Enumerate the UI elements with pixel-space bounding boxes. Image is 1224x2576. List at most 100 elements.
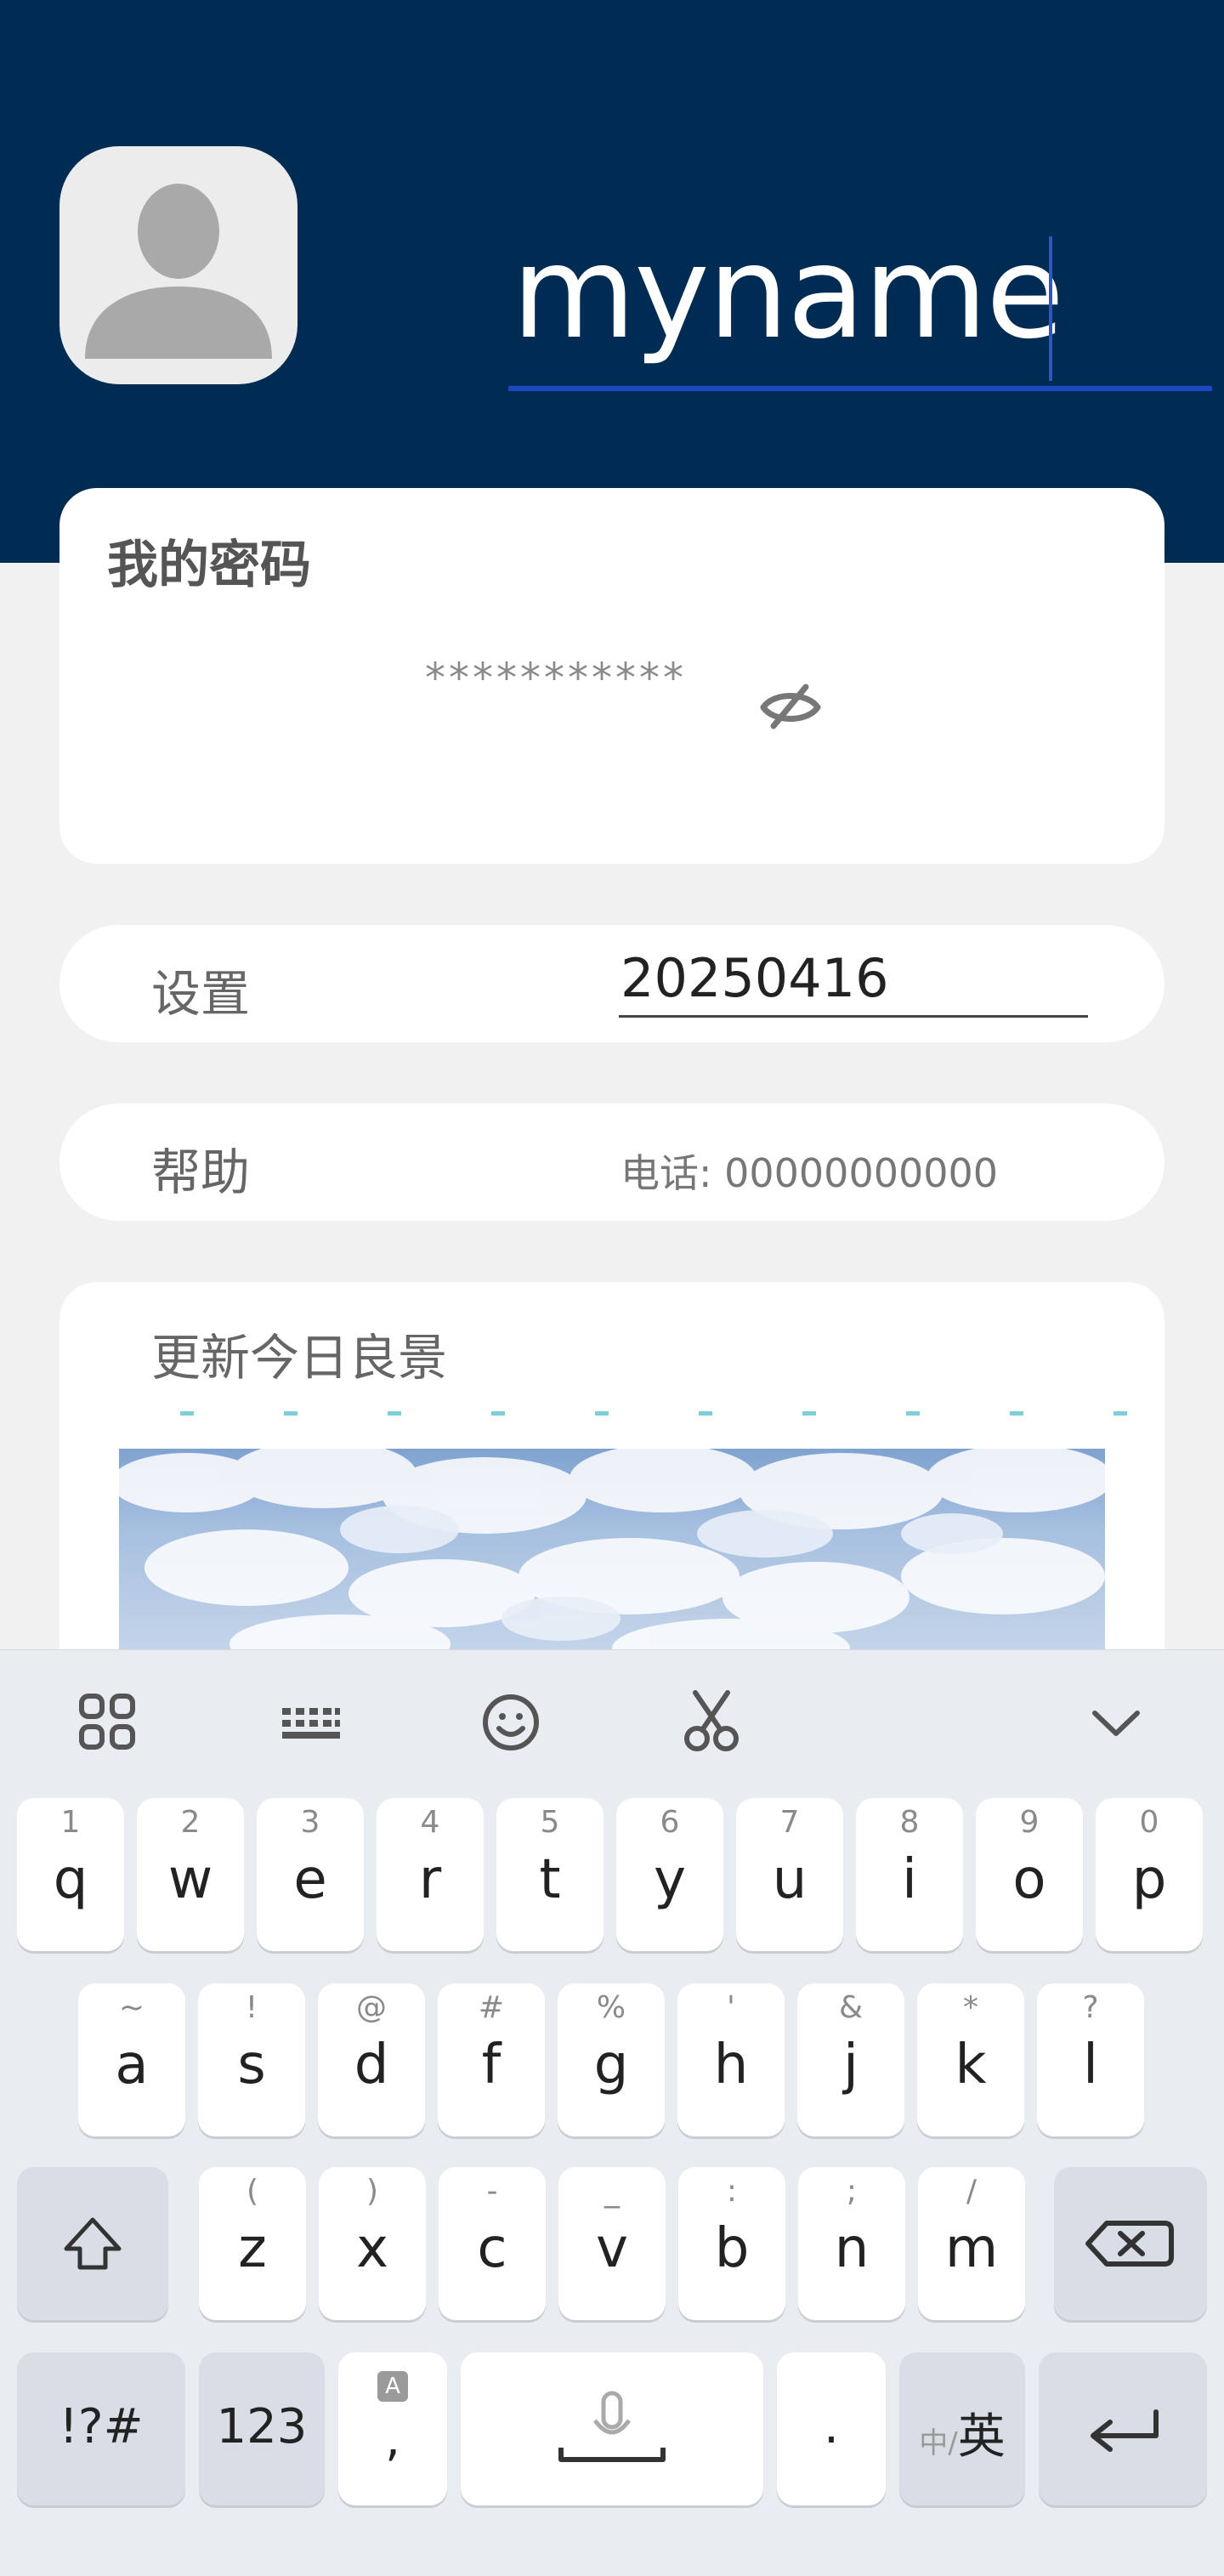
key-hint: 1 xyxy=(60,1805,81,1840)
numbers-key[interactable]: 123 xyxy=(199,2352,325,2505)
key-u[interactable]: 7u xyxy=(736,1798,843,1951)
key-label: z xyxy=(238,2217,267,2280)
key-hint: 9 xyxy=(1019,1805,1040,1840)
key-z[interactable]: (z xyxy=(199,2167,306,2320)
avatar[interactable] xyxy=(60,146,298,384)
shift-key[interactable] xyxy=(17,2167,168,2320)
key-a[interactable]: ~ a xyxy=(78,1983,185,2136)
key-hint: / xyxy=(966,2174,978,2209)
microphone-icon xyxy=(558,2391,666,2462)
key-label: o xyxy=(1012,1848,1046,1911)
key-y[interactable]: 6y xyxy=(616,1798,723,1951)
key-p[interactable]: 0p xyxy=(1096,1798,1203,1951)
key-f[interactable]: # f xyxy=(438,1983,545,2136)
soft-keyboard: 1 q 2 w 3 e 4 r 5 t 6 y 7 u 8 i 9 o 0 p ~ a! s @ d # f% g ' h & j * k? l(z… xyxy=(0,1649,1224,2576)
password-card: 我的密码 *********** xyxy=(60,488,1164,864)
key-r[interactable]: 4r xyxy=(377,1798,484,1951)
key-label: r xyxy=(418,1848,442,1911)
user-silhouette-icon xyxy=(85,184,272,359)
key-d[interactable]: @ d xyxy=(318,1983,425,2136)
key-k[interactable]: * k xyxy=(917,1983,1024,2136)
key-j[interactable]: & j xyxy=(797,1983,904,2136)
key-label: e xyxy=(293,1848,327,1911)
key-label: j xyxy=(843,2034,858,2097)
key-label: l xyxy=(1083,2034,1098,2097)
key-l[interactable]: ? l xyxy=(1037,1983,1144,2136)
settings-row: 设置 20250416 xyxy=(60,925,1164,1042)
text-caret xyxy=(1049,236,1052,381)
key-hint: ' xyxy=(727,1990,735,2025)
key-hint: ; xyxy=(846,2174,858,2209)
key-hint: - xyxy=(486,2174,498,2209)
key-i[interactable]: 8i xyxy=(856,1798,963,1951)
help-row[interactable]: 帮助 电话: 00000000000 xyxy=(60,1104,1164,1221)
key-g[interactable]: % g xyxy=(558,1983,665,2136)
key-w[interactable]: 2w xyxy=(137,1798,244,1951)
key-label: b xyxy=(714,2217,750,2280)
language-switch-key[interactable]: 中/英 xyxy=(899,2352,1025,2505)
key-hint: 6 xyxy=(660,1805,680,1840)
key-label: , xyxy=(385,2412,400,2467)
space-key[interactable] xyxy=(461,2352,763,2505)
toggle-password-visibility-icon[interactable] xyxy=(756,675,824,735)
enter-key[interactable] xyxy=(1039,2352,1207,2505)
key-label: 中/英 xyxy=(919,2409,1006,2465)
clipboard-scissors-icon[interactable] xyxy=(673,1684,750,1761)
help-phone: 电话: 00000000000 xyxy=(620,1150,999,1196)
key-label: 123 xyxy=(216,2399,308,2454)
collapse-keyboard-icon[interactable] xyxy=(1078,1684,1154,1761)
key-hint: ! xyxy=(245,1990,258,2025)
key-label: c xyxy=(477,2217,507,2280)
key-hint: ( xyxy=(246,2174,259,2209)
key-q[interactable]: 1q xyxy=(17,1798,124,1951)
key-v[interactable]: _ v xyxy=(558,2167,666,2320)
key-label: !?# xyxy=(59,2399,144,2454)
key-c[interactable]: -c xyxy=(439,2167,546,2320)
comma-hint-badge: A xyxy=(377,2371,408,2402)
key-label: d xyxy=(354,2034,389,2097)
emoji-icon[interactable] xyxy=(473,1684,549,1761)
key-label: t xyxy=(539,1848,561,1911)
settings-value: 20250416 xyxy=(620,947,889,1009)
key-hint: ) xyxy=(366,2174,379,2209)
scenery-image[interactable] xyxy=(119,1449,1105,1653)
key-hint: @ xyxy=(356,1990,387,2025)
key-hint: ? xyxy=(1082,1990,1099,2025)
symbols-key[interactable]: !?# xyxy=(17,2352,185,2505)
key-hint: 0 xyxy=(1139,1805,1159,1840)
username-text: myname xyxy=(512,219,1064,367)
period-key[interactable]: . xyxy=(777,2352,886,2505)
key-s[interactable]: ! s xyxy=(198,1983,305,2136)
key-label: m xyxy=(944,2217,999,2280)
username-underline xyxy=(508,386,1212,391)
key-t[interactable]: 5t xyxy=(496,1798,604,1951)
key-h[interactable]: ' h xyxy=(677,1983,785,2136)
dashed-divider xyxy=(119,1411,1139,1428)
key-m[interactable]: / m xyxy=(918,2167,1025,2320)
key-hint: 3 xyxy=(300,1805,320,1840)
key-label: i xyxy=(902,1848,917,1911)
key-o[interactable]: 9o xyxy=(976,1798,1083,1951)
key-n[interactable]: ; n xyxy=(798,2167,905,2320)
password-title: 我的密码 xyxy=(107,536,311,595)
username-field[interactable]: myname xyxy=(508,213,1212,393)
key-hint: ~ xyxy=(118,1990,145,2025)
key-b[interactable]: :b xyxy=(678,2167,785,2320)
key-hint: _ xyxy=(604,2174,620,2209)
backspace-icon xyxy=(1085,2221,1174,2267)
key-e[interactable]: 3e xyxy=(257,1798,364,1951)
grid-menu-icon[interactable] xyxy=(70,1684,146,1761)
comma-key[interactable]: A, xyxy=(338,2352,447,2505)
key-x[interactable]: ) x xyxy=(319,2167,426,2320)
backspace-key[interactable] xyxy=(1054,2167,1207,2320)
key-hint: & xyxy=(838,1990,864,2025)
scenery-title: 更新今日良景 xyxy=(151,1329,448,1387)
key-label: n xyxy=(834,2217,870,2280)
settings-input[interactable]: 20250416 xyxy=(619,942,1088,1018)
enter-icon xyxy=(1091,2409,1159,2452)
key-label: y xyxy=(654,1848,686,1911)
key-label: p xyxy=(1131,1848,1167,1911)
key-label: q xyxy=(53,1848,88,1911)
keyboard-layout-icon[interactable] xyxy=(272,1684,348,1761)
key-label: w xyxy=(167,1848,213,1911)
